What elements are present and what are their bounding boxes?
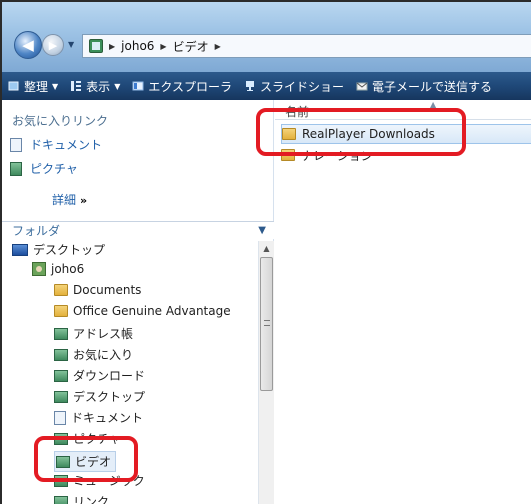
downloads-icon [54, 369, 68, 382]
pictures-icon [10, 161, 22, 176]
slideshow-icon [246, 81, 254, 91]
tree-item-office-genuine-advantage[interactable]: Office Genuine Advantage [54, 304, 231, 318]
tree-item-downloads[interactable]: ダウンロード [54, 367, 145, 384]
chevron-down-icon: ▼ [52, 81, 59, 91]
organize-label: 整理 [24, 79, 49, 94]
music-icon [54, 474, 68, 487]
grip-icon [264, 320, 270, 326]
contacts-icon [54, 327, 68, 340]
views-label: 表示 [86, 79, 111, 94]
organize-icon [8, 81, 19, 91]
desktop-icon [12, 243, 28, 256]
breadcrumb-separator-icon[interactable]: ▶ [109, 42, 115, 51]
tree-item-favorites[interactable]: お気に入り [54, 346, 133, 363]
views-icon [71, 81, 82, 91]
tree-item-desktop[interactable]: デスクトップ [12, 241, 105, 258]
tree-item-label: Documents [73, 283, 142, 297]
tree-item-joho6[interactable]: joho6 [32, 262, 84, 276]
file-item-narration[interactable]: ナレーション [281, 145, 531, 165]
more-links-label: 詳細 [52, 193, 77, 207]
back-button[interactable]: ◀ [14, 31, 42, 59]
tree-item-desktop-folder[interactable]: デスクトップ [54, 388, 145, 405]
forward-button[interactable]: ▶ [42, 34, 64, 56]
navigation-bar: ◀ ▶ ▼ ▶ joho6 ▶ ビデオ ▶ [2, 2, 531, 72]
tree-item-links[interactable]: リンク [54, 493, 109, 504]
tree-item-label: ドキュメント [71, 411, 144, 425]
tree-item-label: アドレス帳 [73, 327, 134, 341]
favorite-link-pictures[interactable]: ピクチャ [10, 160, 78, 177]
tree-item-documents[interactable]: Documents [54, 283, 141, 297]
tree-item-label: Office Genuine Advantage [73, 304, 231, 318]
tree-item-label: デスクトップ [33, 243, 106, 257]
explorer-icon [132, 81, 144, 91]
folder-icon [54, 284, 68, 296]
file-item-realplayer-downloads[interactable]: RealPlayer Downloads [281, 124, 531, 144]
file-item-label: RealPlayer Downloads [302, 127, 435, 141]
tree-item-label: ミュージック [73, 474, 145, 488]
desktop-folder-icon [54, 390, 68, 403]
breadcrumb-videos[interactable]: ビデオ [173, 38, 209, 55]
links-icon [54, 495, 68, 504]
folder-tree-scrollbar[interactable]: ▲ [258, 241, 274, 504]
folder-icon [54, 305, 68, 317]
tree-item-label: joho6 [51, 262, 85, 276]
double-chevron-icon: » [80, 194, 88, 207]
scrollbar-thumb[interactable] [260, 257, 273, 391]
email-label: 電子メールで送信する [372, 79, 493, 94]
documents-icon [54, 410, 66, 425]
chevron-down-icon: ▼ [258, 225, 266, 236]
breadcrumb-separator-icon[interactable]: ▶ [215, 42, 221, 51]
tree-item-documents-jp[interactable]: ドキュメント [54, 409, 143, 426]
slideshow-button[interactable]: スライドショー [244, 78, 344, 95]
tree-item-music[interactable]: ミュージック [54, 472, 145, 489]
name-column-label: 名前 [285, 105, 310, 119]
command-toolbar: 整理 ▼ 表示 ▼ エクスプローラ スライドショー 電子メールで送信する [2, 72, 531, 100]
tree-item-label: ダウンロード [73, 369, 146, 383]
folder-icon [282, 128, 296, 140]
tree-item-label: リンク [73, 495, 110, 504]
explorer-window: ◀ ▶ ▼ ▶ joho6 ▶ ビデオ ▶ 整理 ▼ 表示 ▼ エクスプローラ [0, 0, 531, 504]
pictures-icon [54, 432, 68, 445]
tree-item-label: デスクトップ [73, 390, 146, 404]
tree-item-label: ピクチャ [73, 432, 121, 446]
address-bar[interactable]: ▶ joho6 ▶ ビデオ ▶ [82, 34, 531, 58]
folders-header-label: フォルダ [12, 224, 61, 238]
folder-tree: デスクトップ joho6 Documents Office Genuine Ad… [2, 241, 258, 504]
favorite-link-documents[interactable]: ドキュメント [10, 136, 102, 153]
folder-location-icon [89, 39, 103, 53]
recent-pages-dropdown[interactable]: ▼ [68, 40, 78, 50]
favorite-links-header: お気に入りリンク [12, 114, 109, 128]
folder-icon [281, 149, 295, 161]
tree-item-pictures[interactable]: ピクチャ [54, 430, 121, 447]
favorites-icon [54, 348, 68, 361]
explorer-button[interactable]: エクスプローラ [132, 78, 232, 95]
favorite-link-label: ピクチャ [30, 162, 78, 176]
tree-item-label: お気に入り [73, 348, 134, 362]
name-column-header[interactable]: 名前 ▲ [275, 100, 531, 120]
views-button[interactable]: 表示 ▼ [70, 78, 120, 95]
explorer-label: エクスプローラ [148, 79, 232, 94]
more-links-button[interactable]: 詳細» [52, 191, 87, 208]
documents-icon [10, 137, 22, 152]
organize-button[interactable]: 整理 ▼ [8, 78, 58, 95]
videos-icon [56, 455, 70, 468]
slideshow-label: スライドショー [260, 79, 345, 94]
breadcrumb-separator-icon[interactable]: ▶ [160, 42, 166, 51]
folders-header[interactable]: フォルダ ▼ [2, 221, 274, 239]
file-item-label: ナレーション [301, 148, 373, 163]
file-list-pane: 名前 ▲ RealPlayer Downloads ナレーション [275, 100, 531, 504]
chevron-down-icon: ▼ [114, 81, 121, 91]
scroll-up-icon[interactable]: ▲ [259, 241, 274, 256]
user-folder-icon [32, 262, 46, 276]
tree-item-label: ビデオ [75, 455, 112, 469]
navigation-pane: お気に入りリンク ドキュメント ピクチャ 詳細» フォルダ ▼ デスクトップ j… [2, 100, 274, 504]
tree-item-videos[interactable]: ビデオ [54, 451, 117, 472]
email-icon [356, 82, 368, 91]
tree-item-contacts[interactable]: アドレス帳 [54, 325, 133, 342]
favorite-link-label: ドキュメント [30, 138, 103, 152]
breadcrumb-joho6[interactable]: joho6 [121, 39, 154, 53]
sort-ascending-icon: ▲ [430, 100, 437, 109]
email-button[interactable]: 電子メールで送信する [356, 78, 492, 95]
